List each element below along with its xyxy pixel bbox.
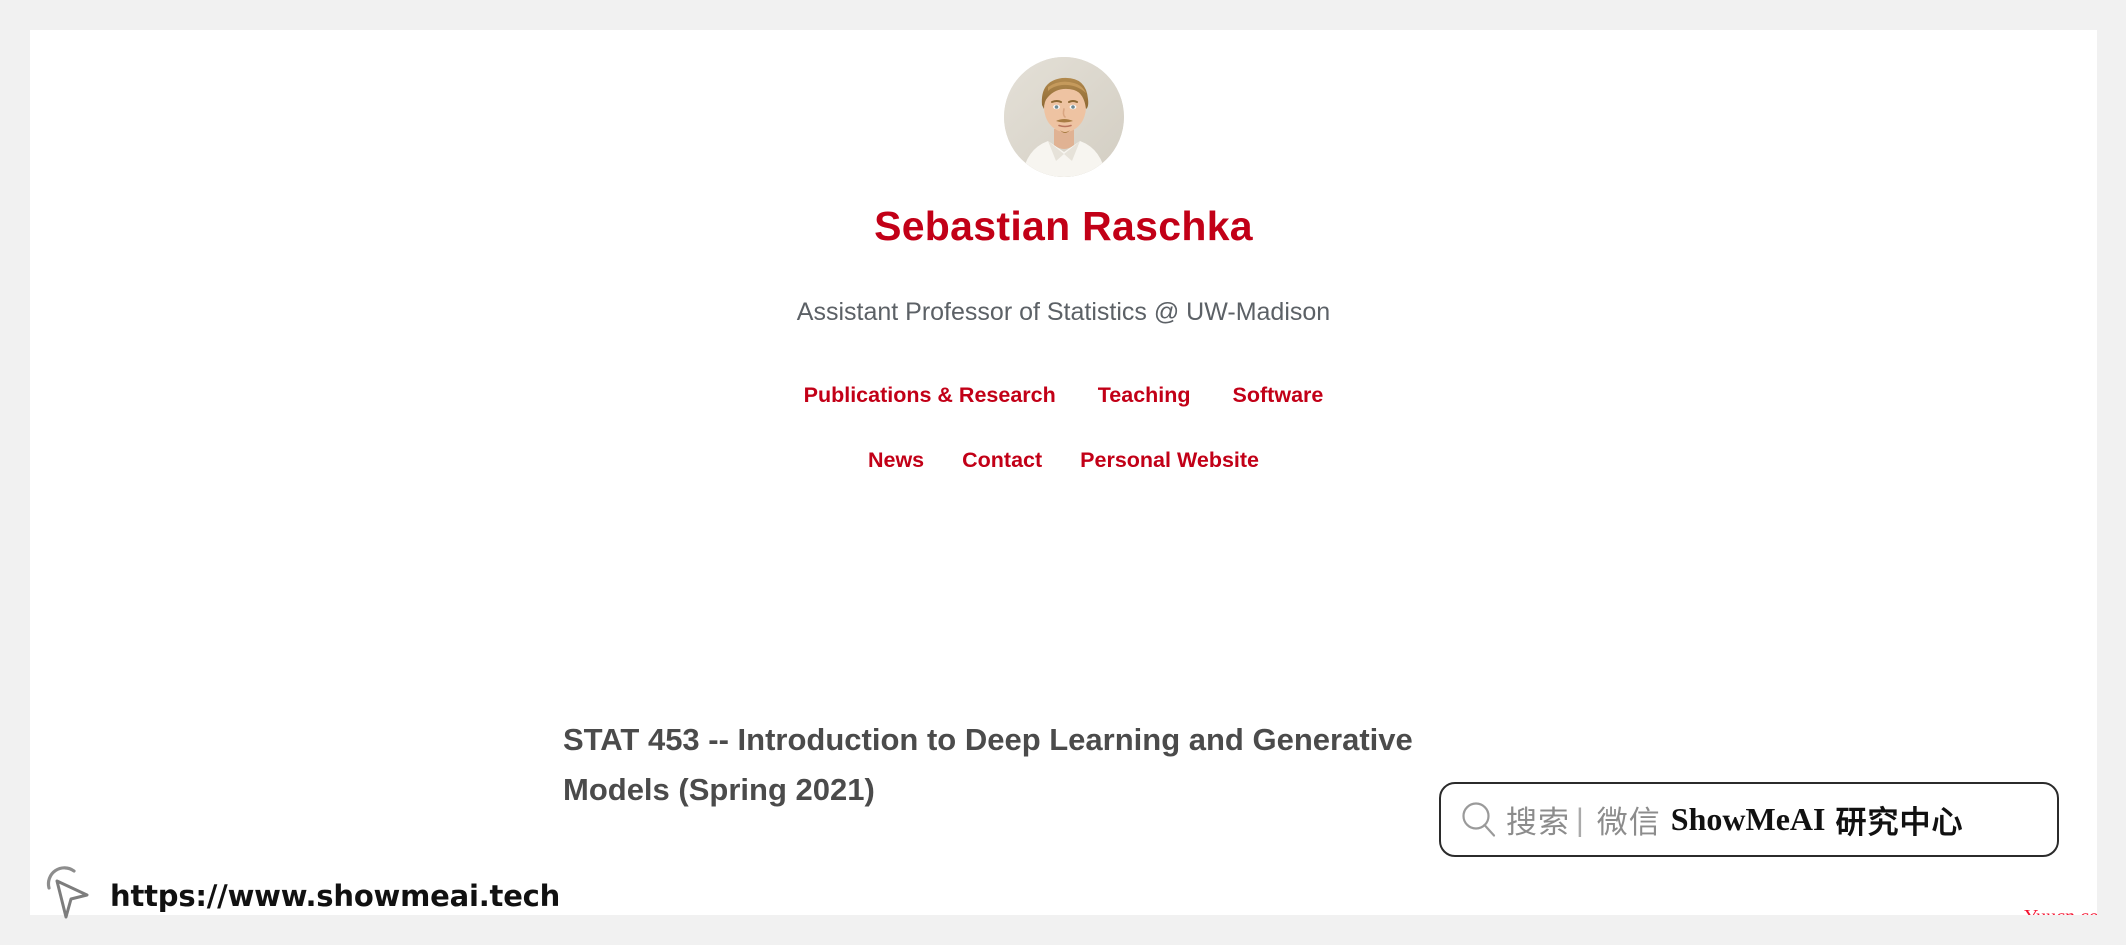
nav-item-contact[interactable]: Contact bbox=[962, 448, 1042, 473]
brand-latin-label: ShowMeAI bbox=[1670, 801, 1826, 837]
mouse-cursor-icon bbox=[44, 862, 94, 929]
profile-header: Sebastian Raschka Assistant Professor of… bbox=[30, 57, 2097, 473]
magnifier-icon bbox=[1459, 800, 1499, 840]
nav-row-secondary: News Contact Personal Website bbox=[30, 448, 2097, 473]
label-divider: | bbox=[1575, 802, 1585, 837]
page-title: Sebastian Raschka bbox=[874, 203, 1253, 249]
course-title-heading: STAT 453 -- Introduction to Deep Learnin… bbox=[563, 722, 1413, 808]
search-label: 搜索 bbox=[1506, 805, 1570, 841]
showmeai-watermark-bar: 搜索 | 微信 ShowMeAI 研究中心 bbox=[1439, 782, 2059, 857]
nav-row-primary: Publications & Research Teaching Softwar… bbox=[30, 383, 2097, 408]
url-text: https://www.showmeai.tech bbox=[110, 878, 561, 913]
nav-item-publications-research[interactable]: Publications & Research bbox=[804, 383, 1056, 408]
person-avatar-photo-icon bbox=[1003, 57, 1124, 177]
nav-item-news[interactable]: News bbox=[868, 448, 924, 473]
nav-item-personal-website[interactable]: Personal Website bbox=[1080, 448, 1259, 473]
nav-item-software[interactable]: Software bbox=[1233, 383, 1324, 408]
avatar bbox=[1003, 57, 1124, 177]
site-credit-label: Yuucn.com bbox=[2024, 906, 2097, 915]
url-watermark: https://www.showmeai.tech bbox=[44, 862, 560, 929]
nav-item-teaching[interactable]: Teaching bbox=[1098, 383, 1191, 408]
page-card: Sebastian Raschka Assistant Professor of… bbox=[30, 30, 2097, 915]
brand-cn-label: 研究中心 bbox=[1835, 805, 1964, 841]
avatar-wrapper bbox=[30, 57, 2097, 177]
channel-label: 微信 bbox=[1596, 805, 1661, 841]
profile-subtitle: Assistant Professor of Statistics @ UW-M… bbox=[796, 298, 1331, 327]
